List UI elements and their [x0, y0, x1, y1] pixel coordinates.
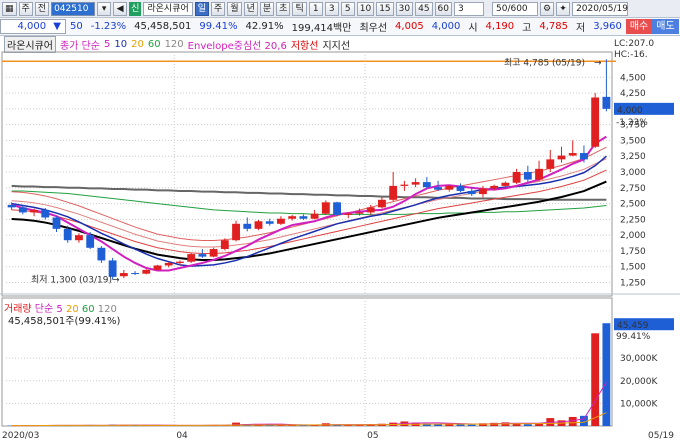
stock-chart[interactable]: 4,5004,2504,0003,7503,5003,2503,0002,750…: [0, 0, 680, 442]
high-annotation: 최고 4,785 (05/19): [504, 57, 585, 68]
candle-body: [265, 221, 274, 224]
candle-body: [288, 216, 297, 219]
candle-body: [153, 265, 162, 270]
candle-body: [355, 212, 364, 214]
candle-body: [254, 221, 263, 229]
candle-body: [333, 202, 341, 215]
candle-body: [97, 247, 106, 261]
candle-body: [546, 159, 555, 169]
candle-body: [75, 235, 83, 241]
price-tick-label: 2,750: [620, 184, 646, 194]
candle-body: [321, 202, 330, 214]
candle-body: [366, 207, 375, 213]
candle-body: [479, 188, 487, 195]
volume-bar: [602, 323, 611, 426]
candle-body: [389, 185, 398, 200]
candle-body: [310, 213, 319, 219]
price-tick-label: 2,000: [620, 231, 646, 241]
candle-body: [142, 269, 151, 274]
candle-body: [232, 223, 240, 241]
candle-body: [176, 261, 184, 263]
volume-tag-pct: 99.41%: [616, 332, 651, 342]
candle-body: [52, 217, 61, 229]
candle-body: [580, 153, 588, 160]
volume-ma20-line: [11, 412, 607, 427]
candle-body: [198, 254, 207, 257]
x-tick-label: 05/19: [648, 431, 674, 441]
candle-body: [119, 273, 128, 277]
candle-body: [434, 187, 442, 190]
candle-body: [164, 262, 173, 266]
candle-body: [209, 249, 218, 257]
candle-body: [378, 199, 386, 208]
high-arrow-icon: →: [594, 58, 602, 68]
price-tick-label: 4,250: [620, 89, 646, 99]
candle-body: [512, 172, 521, 183]
price-tag-label: 4,000: [617, 106, 643, 116]
low-arrow-icon: →: [112, 275, 120, 285]
price-tick-label: 1,500: [620, 263, 646, 273]
candle-body: [86, 235, 95, 248]
price-tick-label: 1,750: [620, 247, 646, 257]
candle-body: [490, 185, 499, 189]
price-tick-label: 3,500: [620, 136, 646, 146]
candle-body: [602, 96, 611, 109]
candle-body: [18, 207, 27, 213]
candle-body: [467, 190, 476, 195]
candle-body: [400, 184, 409, 186]
lc-label: LC:207.0: [614, 39, 654, 49]
candle-body: [30, 209, 38, 213]
x-tick-label: 2020/03: [2, 431, 39, 441]
volume-bar: [523, 424, 532, 426]
candle-body: [41, 209, 50, 218]
volume-tag-label: 45,459: [617, 321, 649, 331]
price-tag-pct: -1.23%: [616, 118, 648, 128]
candle-body: [243, 223, 252, 229]
volume-tick-label: 10,000K: [620, 399, 658, 409]
candle-body: [591, 97, 600, 147]
price-tick-label: 1,250: [620, 279, 646, 289]
volume-bar: [568, 416, 577, 426]
candle-body: [187, 254, 196, 262]
candle-body: [422, 182, 431, 188]
candle-body: [568, 153, 577, 156]
volume-bar: [467, 424, 476, 426]
candle-body: [456, 185, 465, 191]
candle-body: [277, 218, 285, 224]
volume-tick-label: 20,000K: [620, 377, 658, 387]
low-annotation: 최저 1,300 (03/19): [31, 274, 112, 285]
price-tick-label: 4,500: [620, 73, 646, 83]
candle-body: [7, 204, 16, 208]
candle-body: [131, 273, 139, 275]
x-tick-label: 04: [176, 431, 188, 441]
candle-body: [535, 168, 543, 180]
candle-body: [557, 155, 566, 160]
volume-bar: [591, 333, 600, 426]
hc-label: HC:-16.: [614, 50, 648, 60]
candle-body: [411, 182, 420, 185]
candle-body: [445, 185, 454, 190]
candle-body: [63, 228, 72, 241]
volume-summary: 45,458,501주(99.41%): [8, 316, 121, 327]
x-tick-label: 05: [367, 431, 378, 441]
candle-body: [220, 240, 229, 250]
price-tick-label: 2,250: [620, 215, 646, 225]
candle-body: [344, 213, 353, 215]
candle-body: [501, 182, 510, 186]
candle-body: [299, 216, 308, 219]
candle-body: [523, 172, 532, 180]
price-tick-label: 3,250: [620, 152, 646, 162]
volume-tick-label: 30,000K: [620, 354, 658, 364]
price-tick-label: 2,500: [620, 200, 646, 210]
price-tick-label: 3,000: [620, 168, 646, 178]
